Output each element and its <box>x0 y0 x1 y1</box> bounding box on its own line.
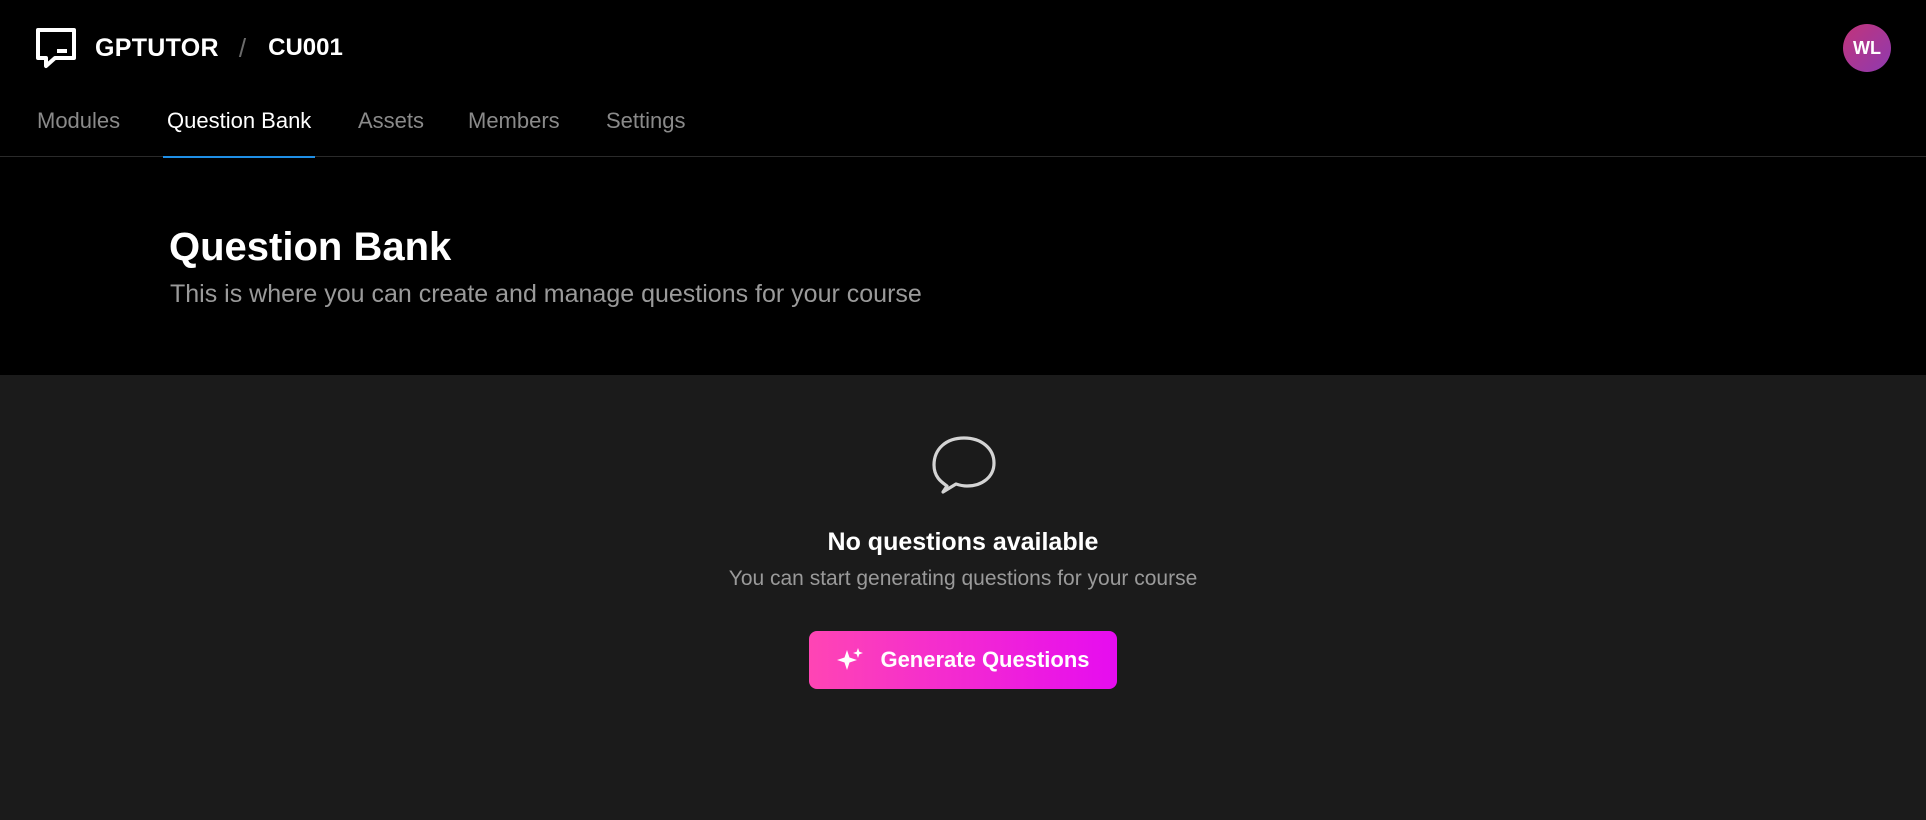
empty-state-panel: No questions available You can start gen… <box>0 375 1926 820</box>
user-avatar[interactable]: WL <box>1843 24 1891 72</box>
tab-label: Assets <box>358 108 425 133</box>
sparkle-icon <box>837 648 864 670</box>
breadcrumb: GPTUTOR / CU001 <box>33 24 343 72</box>
tab-label: Members <box>468 108 560 133</box>
tab-assets[interactable]: Assets <box>358 96 424 157</box>
avatar-initials: WL <box>1853 37 1881 58</box>
tab-members[interactable]: Members <box>468 96 560 157</box>
logo-icon[interactable] <box>33 25 79 71</box>
page-title: Question Bank <box>169 225 452 269</box>
tab-label: Modules <box>37 108 121 133</box>
course-tabs: Modules Question Bank Assets Members Set… <box>0 96 1926 159</box>
empty-state-title: No questions available <box>827 528 1099 556</box>
tab-settings[interactable]: Settings <box>606 96 686 157</box>
top-header: GPTUTOR / CU001 WL Modules Question Bank… <box>0 0 1926 159</box>
page-header: Question Bank This is where you can crea… <box>0 158 1926 375</box>
course-code[interactable]: CU001 <box>268 34 343 62</box>
generate-questions-label: Generate Questions <box>880 647 1090 672</box>
tab-label: Settings <box>606 108 686 133</box>
tab-modules[interactable]: Modules <box>37 96 120 157</box>
chat-bubble-icon <box>932 436 996 494</box>
app-name[interactable]: GPTUTOR <box>95 34 219 63</box>
generate-questions-button[interactable]: Generate Questions <box>809 631 1117 689</box>
breadcrumb-separator: / <box>238 32 247 63</box>
tab-label: Question Bank <box>167 108 312 133</box>
page-subtitle: This is where you can create and manage … <box>170 280 922 308</box>
tab-question-bank[interactable]: Question Bank <box>163 96 316 159</box>
empty-state-subtitle: You can start generating questions for y… <box>728 567 1198 590</box>
